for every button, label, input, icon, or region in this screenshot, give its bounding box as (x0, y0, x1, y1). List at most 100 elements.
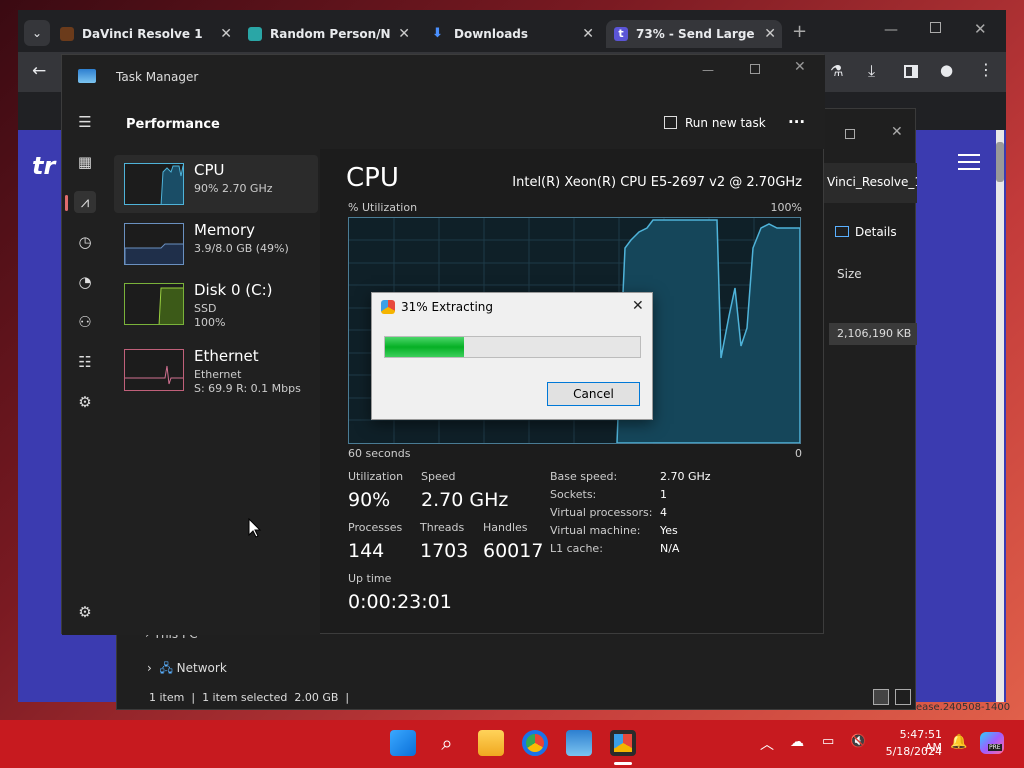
tab-random-person[interactable]: Random Person/Nar ✕ (248, 20, 416, 48)
display-icon[interactable]: ▭ (822, 734, 834, 749)
tiles-view-icon[interactable] (895, 689, 911, 705)
task-manager-app-icon (78, 69, 96, 83)
person-favicon-icon (248, 27, 262, 41)
start-button-icon[interactable] (390, 730, 416, 756)
address-bar[interactable]: Vinci_Resolve_1 (823, 163, 917, 203)
speed-value: 2.70 GHz (421, 489, 509, 511)
active-app-indicator (614, 762, 632, 765)
download-favicon-icon: ⬇ (432, 26, 443, 41)
users-icon[interactable]: ⚇ (74, 311, 96, 333)
resource-item-cpu[interactable]: CPU 90% 2.70 GHz (114, 155, 318, 213)
nav-label: Network (176, 661, 227, 675)
profile-icon[interactable]: ● (940, 61, 953, 79)
handles-label: Handles (483, 521, 528, 534)
cpu-thumbnail (124, 163, 184, 205)
close-tab-icon[interactable]: ✕ (398, 26, 410, 42)
details-view-icon[interactable] (873, 689, 889, 705)
selected-indicator (65, 195, 68, 211)
site-logo: tr (32, 152, 56, 180)
tab-search-button[interactable]: ⌄ (24, 20, 50, 46)
copilot-icon[interactable]: PRE (980, 732, 1004, 754)
resource-summary: 100% (194, 316, 226, 329)
performance-icon[interactable]: ⩘ (74, 191, 96, 213)
preview-badge: PRE (988, 744, 1002, 751)
file-explorer-icon[interactable] (478, 730, 504, 756)
hamburger-menu-icon[interactable] (958, 154, 980, 170)
base-speed-label: Base speed: (550, 470, 618, 483)
run-task-icon (664, 116, 677, 129)
services-icon[interactable]: ⚙ (74, 391, 96, 413)
scrollbar[interactable] (996, 130, 1004, 702)
chevron-right-icon: › (147, 661, 152, 675)
dialog-close-icon[interactable]: ✕ (632, 298, 644, 314)
extracting-dialog: 31% Extracting ✕ Cancel (371, 292, 653, 420)
minimize-icon[interactable]: — (884, 22, 898, 38)
side-panel-icon[interactable] (904, 65, 918, 78)
page-title: Performance (126, 117, 220, 132)
clock-date[interactable]: 5/18/2024 (880, 745, 942, 758)
run-new-task-button[interactable]: Run new task (664, 116, 766, 130)
resource-name: Memory (194, 221, 256, 239)
explorer-close-icon[interactable]: ✕ (891, 124, 903, 140)
virtual-machine-value: Yes (660, 524, 678, 537)
davinci-taskbar-icon[interactable] (610, 730, 636, 756)
explorer-maximize-icon[interactable] (845, 129, 855, 139)
ethernet-thumbnail (124, 349, 184, 391)
close-tab-icon[interactable]: ✕ (220, 26, 232, 42)
details-button[interactable]: Details (835, 225, 897, 239)
startup-apps-icon[interactable]: ◔ (74, 271, 96, 293)
hamburger-menu-icon[interactable]: ☰ (74, 111, 96, 133)
status-bar: 1 item | 1 item selected 2.00 GB | (149, 691, 350, 704)
maximize-icon[interactable] (750, 64, 760, 74)
maximize-icon[interactable] (930, 22, 941, 33)
labs-icon[interactable]: ⚗ (830, 62, 843, 80)
new-tab-button[interactable]: + (792, 21, 807, 42)
close-window-icon[interactable]: ✕ (974, 20, 987, 38)
settings-icon[interactable]: ⚙ (74, 601, 96, 623)
base-speed-value: 2.70 GHz (660, 470, 711, 483)
ethernet-mini-graph (125, 365, 183, 385)
task-manager-taskbar-icon[interactable] (566, 730, 592, 756)
cloud-icon[interactable]: ☁ (790, 734, 804, 750)
minimize-icon[interactable]: — (702, 63, 714, 77)
chrome-icon[interactable] (522, 730, 548, 756)
resource-name: Ethernet (194, 347, 259, 365)
resource-summary: 3.9/8.0 GB (49%) (194, 242, 289, 255)
tab-davinci[interactable]: DaVinci Resolve 19 | ✕ (60, 20, 238, 48)
resource-item-memory[interactable]: Memory 3.9/8.0 GB (49%) (114, 215, 318, 273)
back-button[interactable]: ← (32, 61, 46, 81)
utilization-value: 90% (348, 489, 391, 511)
notification-bell-icon[interactable]: 🔔 (950, 734, 967, 750)
tab-downloads[interactable]: ⬇ Downloads ✕ (432, 20, 600, 48)
nav-item-network[interactable]: › 🖧 Network (147, 659, 227, 680)
processes-icon[interactable]: ▦ (74, 151, 96, 173)
volume-muted-icon[interactable]: 🔇 (850, 734, 866, 749)
selection-info: 1 item selected (202, 691, 288, 704)
cpu-heading: CPU (346, 163, 399, 193)
uptime-value: 0:00:23:01 (348, 591, 452, 613)
item-count: 1 item (149, 691, 185, 704)
app-history-icon[interactable]: ◷ (74, 231, 96, 253)
resource-item-disk[interactable]: Disk 0 (C:) SSD 100% (114, 275, 318, 333)
size-column-header[interactable]: Size (837, 267, 862, 281)
background-text: ease.240508-1400 (916, 702, 1011, 713)
tab-send-large-files[interactable]: t 73% - Send Large Fil ✕ (606, 20, 782, 48)
search-icon[interactable]: ⌕ (434, 730, 460, 756)
chevron-up-icon[interactable]: ︿ (760, 734, 774, 754)
more-options-button[interactable]: ··· (788, 113, 805, 131)
time-axis-label: 60 seconds (348, 447, 411, 460)
resource-item-ethernet[interactable]: Ethernet Ethernet S: 69.9 R: 0.1 Mbps (114, 341, 318, 399)
details-icon[interactable]: ☷ (74, 351, 96, 373)
close-tab-icon[interactable]: ✕ (764, 26, 776, 42)
utilization-axis-label: % Utilization (348, 201, 418, 214)
disk-thumbnail (124, 283, 184, 325)
cpu-mini-graph (160, 165, 183, 204)
sockets-label: Sockets: (550, 488, 597, 501)
progress-fill (385, 337, 465, 357)
download-icon[interactable]: ⤓ (868, 61, 875, 81)
close-tab-icon[interactable]: ✕ (582, 26, 594, 42)
menu-icon[interactable]: ⋮ (978, 60, 994, 79)
tab-strip: ⌄ DaVinci Resolve 19 | ✕ Random Person/N… (18, 10, 1006, 52)
cancel-button[interactable]: Cancel (547, 382, 640, 406)
close-icon[interactable]: ✕ (794, 59, 806, 75)
